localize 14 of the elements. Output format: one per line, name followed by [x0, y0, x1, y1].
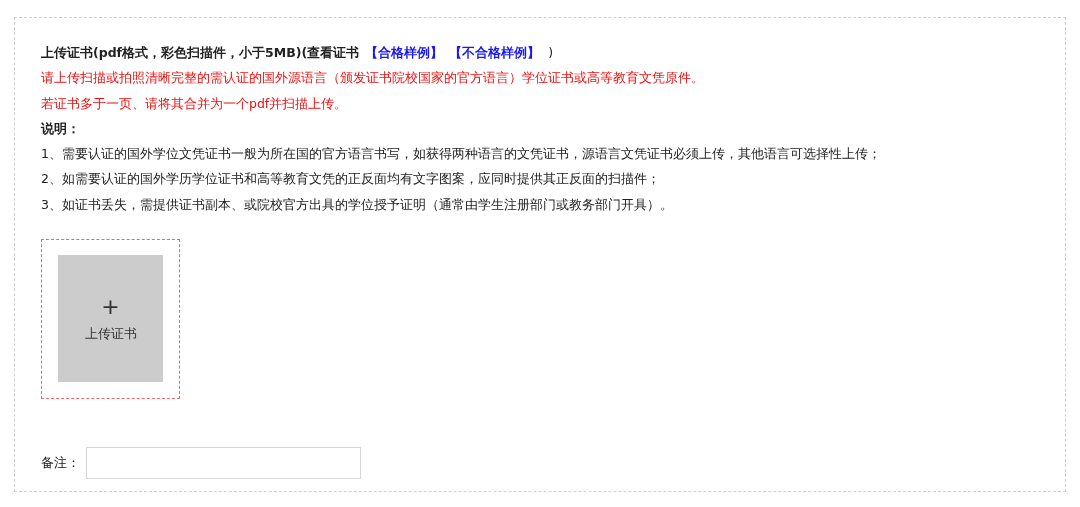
sample-link[interactable]: 【合格样例】: [365, 40, 444, 66]
sample-link[interactable]: 【不合格样例】: [449, 40, 541, 66]
upload-title: 上传证书(pdf格式，彩色扫描件，小于5MB)(查看证书: [41, 44, 360, 62]
explanation-item: 2、如需要认证的国外学历学位证书和高等教育文凭的正反面均有文字图案，应同时提供其正反面的扫描件；: [41, 170, 660, 189]
plus-icon: +: [101, 294, 120, 321]
warning-text: 若证书多于一页、请将其合并为一个pdf并扫描上传。: [41, 94, 349, 113]
remark-label: 备注：: [41, 454, 80, 473]
closing-paren: ): [548, 44, 554, 62]
explanation-item: 3、如证书丢失，需提供证书副本、或院校官方出具的学位授予证明（通常由学生注册部门或教务部门开具）。: [41, 195, 673, 214]
warning-text: 请上传扫描或拍照清晰完整的需认证的国外源语言（颁发证书院校国家的官方语言）学位证书或高等教育文凭原件。: [41, 69, 705, 88]
explanation-heading: 说明：: [41, 119, 80, 138]
upload-button[interactable]: + 上传证书: [58, 255, 163, 383]
explanation-item: 1、需要认证的国外学位文凭证书一般为所在国的官方语言书写，如获得两种语言的文凭证书，源语言文凭证书必须上传，其他语言可选择性上传；: [41, 145, 881, 164]
remark-field[interactable]: [86, 447, 361, 480]
